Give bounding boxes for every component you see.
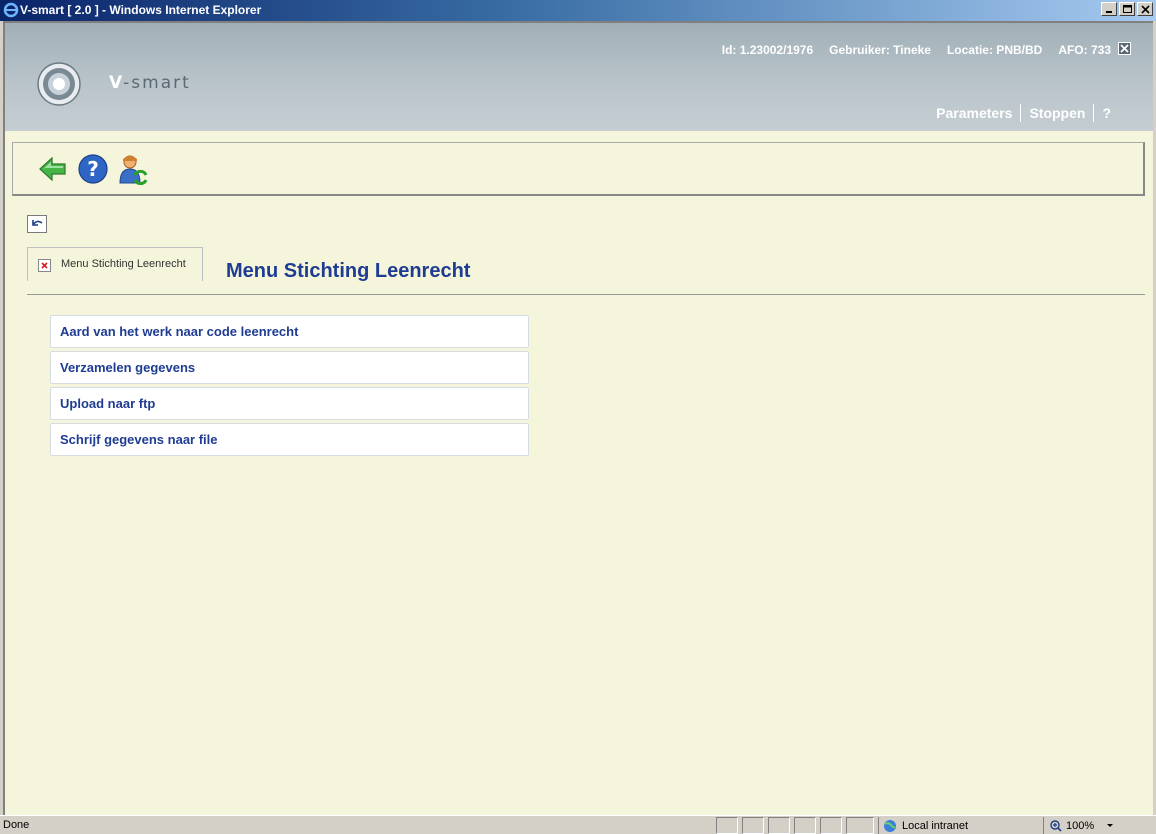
header-links: Parameters Stoppen ? (936, 104, 1111, 122)
svg-text:?: ? (87, 157, 99, 181)
intranet-globe-icon (884, 819, 896, 832)
status-panel (846, 817, 874, 834)
zoom-icon (1050, 819, 1062, 832)
menu-item-verzamelen-gegevens[interactable]: Verzamelen gegevens (50, 351, 529, 384)
help-icon[interactable]: ? (77, 153, 109, 185)
minimize-button[interactable] (1101, 2, 1117, 16)
session-user: Gebruiker: Tineke (829, 43, 931, 57)
browser-content: V-smart Id: 1.23002/1976 Gebruiker: Tine… (3, 21, 1153, 815)
back-arrow-icon[interactable] (37, 153, 69, 185)
status-panel (794, 817, 816, 834)
ie-icon (3, 2, 19, 18)
session-id: Id: 1.23002/1976 (721, 43, 814, 57)
chevron-down-icon[interactable] (1106, 823, 1114, 829)
session-afo: AFO: 733 (1058, 43, 1111, 57)
window-titlebar: V-smart [ 2.0 ] - Windows Internet Explo… (0, 0, 1156, 21)
page-title: Menu Stichting Leenrecht (226, 260, 471, 282)
zoom-level: 100% (1066, 819, 1095, 832)
link-separator (1093, 104, 1095, 122)
menu-list: Aard van het werk naar code leenrecht Ve… (50, 315, 529, 459)
session-close-icon[interactable] (1118, 42, 1131, 55)
status-panel (716, 817, 738, 834)
status-text: Done (3, 819, 30, 831)
help-link[interactable]: ? (1102, 105, 1111, 121)
menu-item-upload-naar-ftp[interactable]: Upload naar ftp (50, 387, 529, 420)
session-info: Id: 1.23002/1976 Gebruiker: Tineke Locat… (722, 43, 1111, 57)
session-location: Locatie: PNB/BD (946, 43, 1043, 57)
close-window-button[interactable] (1137, 2, 1153, 16)
link-separator (1020, 104, 1022, 122)
zone-label: Local intranet (902, 819, 969, 832)
status-bar: Done Local intranet 100% (0, 815, 1156, 834)
divider (27, 294, 1145, 295)
stop-link[interactable]: Stoppen (1029, 105, 1085, 121)
parameters-link[interactable]: Parameters (936, 105, 1012, 121)
status-panel (820, 817, 842, 834)
undo-button[interactable] (27, 215, 47, 233)
app-header: V-smart Id: 1.23002/1976 Gebruiker: Tine… (5, 23, 1153, 131)
security-zone: Local intranet (878, 817, 1038, 834)
tab-menu-stichting-leenrecht[interactable]: Menu Stichting Leenrecht (27, 247, 203, 281)
menu-item-schrijf-gegevens[interactable]: Schrijf gegevens naar file (50, 423, 529, 456)
toolbar: ? (12, 142, 1145, 196)
window-title: V-smart [ 2.0 ] - Windows Internet Explo… (20, 3, 262, 17)
zoom-control[interactable]: 100% (1043, 817, 1138, 834)
app-logo-text: V-smart (109, 73, 191, 93)
user-switch-icon[interactable] (117, 153, 149, 185)
status-panel (742, 817, 764, 834)
undo-icon (32, 220, 43, 226)
status-panel (768, 817, 790, 834)
maximize-button[interactable] (1119, 2, 1135, 16)
tab-label: Menu Stichting Leenrecht (61, 258, 186, 270)
menu-item-aard-van-het-werk[interactable]: Aard van het werk naar code leenrecht (50, 315, 529, 348)
vsmart-logo-icon (37, 62, 81, 106)
close-tab-icon[interactable] (38, 259, 51, 272)
